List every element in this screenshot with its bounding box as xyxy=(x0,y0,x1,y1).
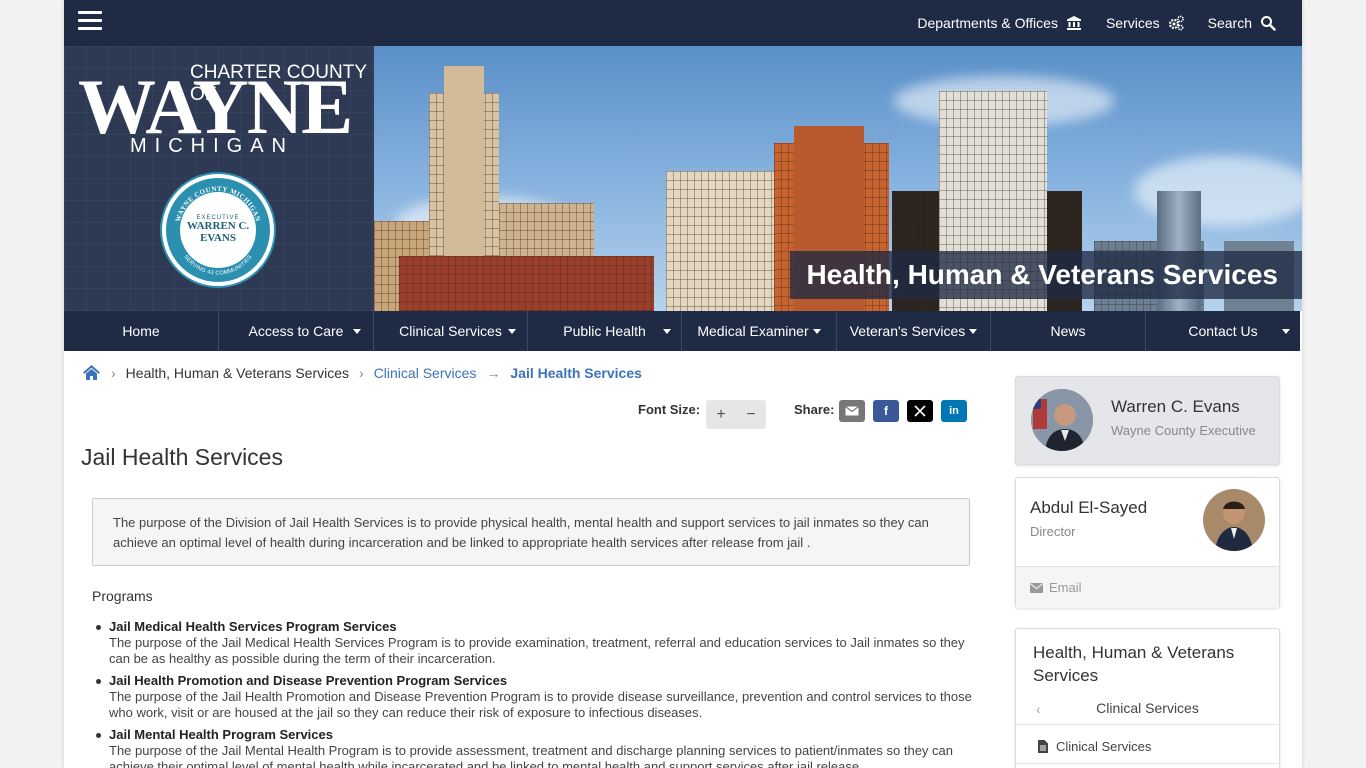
departments-offices-label: Departments & Offices xyxy=(917,15,1058,31)
program-description: The purpose of the Jail Medical Health S… xyxy=(109,635,965,666)
director-card: Abdul El-Sayed Director Email xyxy=(1015,477,1280,608)
gears-icon xyxy=(1168,15,1184,31)
list-item: Jail Health Promotion and Disease Preven… xyxy=(92,673,972,721)
envelope-icon xyxy=(1030,582,1043,593)
x-icon xyxy=(914,405,926,417)
executive-role: Wayne County Executive xyxy=(1111,423,1256,438)
nav-medical-examiner[interactable]: Medical Examiner xyxy=(682,311,837,351)
nav-contact-us[interactable]: Contact Us xyxy=(1146,311,1300,351)
program-title: Jail Medical Health Services Program Ser… xyxy=(109,619,397,634)
county-logo[interactable]: CHARTER COUNTY OF WAYNE MICHIGAN WAYNE C… xyxy=(64,46,374,311)
top-links: Departments & Offices Services Search xyxy=(917,0,1276,46)
breadcrumb: › Health, Human & Veterans Services › Cl… xyxy=(82,364,642,381)
font-decrease-button[interactable]: − xyxy=(736,400,766,429)
nav-public-health-label: Public Health xyxy=(563,323,646,339)
nav-home-label: Home xyxy=(122,323,160,339)
program-description: The purpose of the Jail Mental Health Pr… xyxy=(109,743,954,768)
chevron-down-icon xyxy=(663,328,671,334)
font-size-label: Font Size: xyxy=(638,402,701,417)
svg-text:WAYNE COUNTY MICHIGAN: WAYNE COUNTY MICHIGAN xyxy=(174,185,262,223)
nav-veterans-services-label: Veteran's Services xyxy=(849,323,966,339)
program-list: Jail Medical Health Services Program Ser… xyxy=(92,619,972,768)
chevron-right-icon: › xyxy=(111,364,116,381)
chevron-down-icon xyxy=(508,328,516,334)
services-link[interactable]: Services xyxy=(1106,15,1184,31)
main-nav: Home Access to Care Clinical Services Pu… xyxy=(64,311,1300,351)
section-nav-item[interactable]: Clinical Services xyxy=(1016,730,1279,764)
page-frame: Departments & Offices Services Search CH… xyxy=(64,0,1302,768)
avatar xyxy=(1031,389,1093,451)
document-icon xyxy=(1038,740,1048,753)
nav-public-health[interactable]: Public Health xyxy=(528,311,682,351)
hamburger-menu-icon[interactable] xyxy=(78,11,102,33)
chevron-down-icon xyxy=(812,328,821,334)
chevron-right-icon: › xyxy=(359,364,364,381)
institution-icon xyxy=(1066,16,1081,30)
nav-veterans-services[interactable]: Veteran's Services xyxy=(837,311,991,351)
nav-news[interactable]: News xyxy=(991,311,1146,351)
chevron-down-icon xyxy=(1282,328,1290,334)
share-email-button[interactable] xyxy=(839,400,865,422)
font-size-controls: + − xyxy=(706,400,766,429)
breadcrumb-hhvs[interactable]: Health, Human & Veterans Services xyxy=(126,365,349,381)
director-name: Abdul El-Sayed xyxy=(1030,498,1148,517)
section-nav-card: Health, Human & Veterans Services ‹ Clin… xyxy=(1015,628,1280,768)
section-title: Health, Human & Veterans Services xyxy=(790,251,1302,299)
executive-card[interactable]: Warren C. Evans Wayne County Executive xyxy=(1015,376,1280,465)
font-increase-button[interactable]: + xyxy=(706,400,736,429)
home-icon[interactable] xyxy=(82,364,101,381)
share-x-button[interactable] xyxy=(907,400,933,422)
section-nav-title[interactable]: Health, Human & Veterans Services xyxy=(1033,641,1263,687)
program-title: Jail Health Promotion and Disease Preven… xyxy=(109,673,508,688)
top-bar: Departments & Offices Services Search xyxy=(64,0,1302,46)
chevron-down-icon xyxy=(353,328,361,334)
banner: CHARTER COUNTY OF WAYNE MICHIGAN WAYNE C… xyxy=(64,46,1302,311)
share-facebook-button[interactable]: f xyxy=(873,400,899,422)
list-item: Jail Mental Health Program Services The … xyxy=(92,727,972,768)
services-label: Services xyxy=(1105,15,1160,31)
nav-clinical-services-label: Clinical Services xyxy=(399,323,502,339)
section-nav-item-label: Clinical Services xyxy=(1056,739,1152,754)
director-role: Director xyxy=(1030,524,1076,539)
svg-text:SERVING 43 COMMUNITIES: SERVING 43 COMMUNITIES xyxy=(182,254,253,277)
search-label: Search xyxy=(1207,15,1252,31)
program-description: The purpose of the Jail Health Promotion… xyxy=(109,689,972,720)
breadcrumb-current: Jail Health Services xyxy=(510,364,642,381)
avatar xyxy=(1203,489,1265,551)
section-nav-current: Clinical Services xyxy=(1096,700,1199,716)
programs-heading: Programs xyxy=(92,588,153,604)
search-icon xyxy=(1261,16,1276,31)
envelope-icon xyxy=(845,406,859,416)
nav-access-to-care-label: Access to Care xyxy=(248,323,344,339)
share-linkedin-button[interactable]: in xyxy=(941,400,967,422)
departments-offices-link[interactable]: Departments & Offices xyxy=(917,15,1082,31)
seal-ring-text: WAYNE COUNTY MICHIGAN SERVING 43 COMMUNI… xyxy=(174,185,262,277)
nav-news-label: News xyxy=(1050,323,1086,339)
share-label: Share: xyxy=(794,402,835,417)
search-link[interactable]: Search xyxy=(1208,15,1276,31)
logo-michigan-text: MICHIGAN xyxy=(130,135,294,157)
breadcrumb-clinical-services[interactable]: Clinical Services xyxy=(374,365,477,381)
detroit-skyline-image: Health, Human & Veterans Services xyxy=(374,46,1302,311)
email-label: Email xyxy=(1049,580,1082,595)
email-link[interactable]: Email xyxy=(1016,566,1279,608)
arrow-right-icon: → xyxy=(486,364,501,381)
nav-access-to-care[interactable]: Access to Care xyxy=(219,311,374,351)
intro-box: The purpose of the Division of Jail Heal… xyxy=(92,498,970,566)
nav-home[interactable]: Home xyxy=(64,311,219,351)
facebook-icon: f xyxy=(884,404,888,418)
section-nav-back: ‹ Clinical Services xyxy=(1016,693,1279,725)
nav-clinical-services[interactable]: Clinical Services xyxy=(374,311,528,351)
nav-contact-us-label: Contact Us xyxy=(1188,323,1258,339)
executive-seal: WAYNE COUNTY MICHIGAN SERVING 43 COMMUNI… xyxy=(162,174,274,286)
executive-name: Warren C. Evans xyxy=(1111,397,1240,416)
page-title: Jail Health Services xyxy=(81,444,283,470)
list-item: Jail Medical Health Services Program Ser… xyxy=(92,619,972,667)
program-title: Jail Mental Health Program Services xyxy=(109,727,333,742)
chevron-down-icon xyxy=(969,328,978,334)
nav-medical-examiner-label: Medical Examiner xyxy=(697,323,809,339)
linkedin-icon: in xyxy=(949,405,959,417)
